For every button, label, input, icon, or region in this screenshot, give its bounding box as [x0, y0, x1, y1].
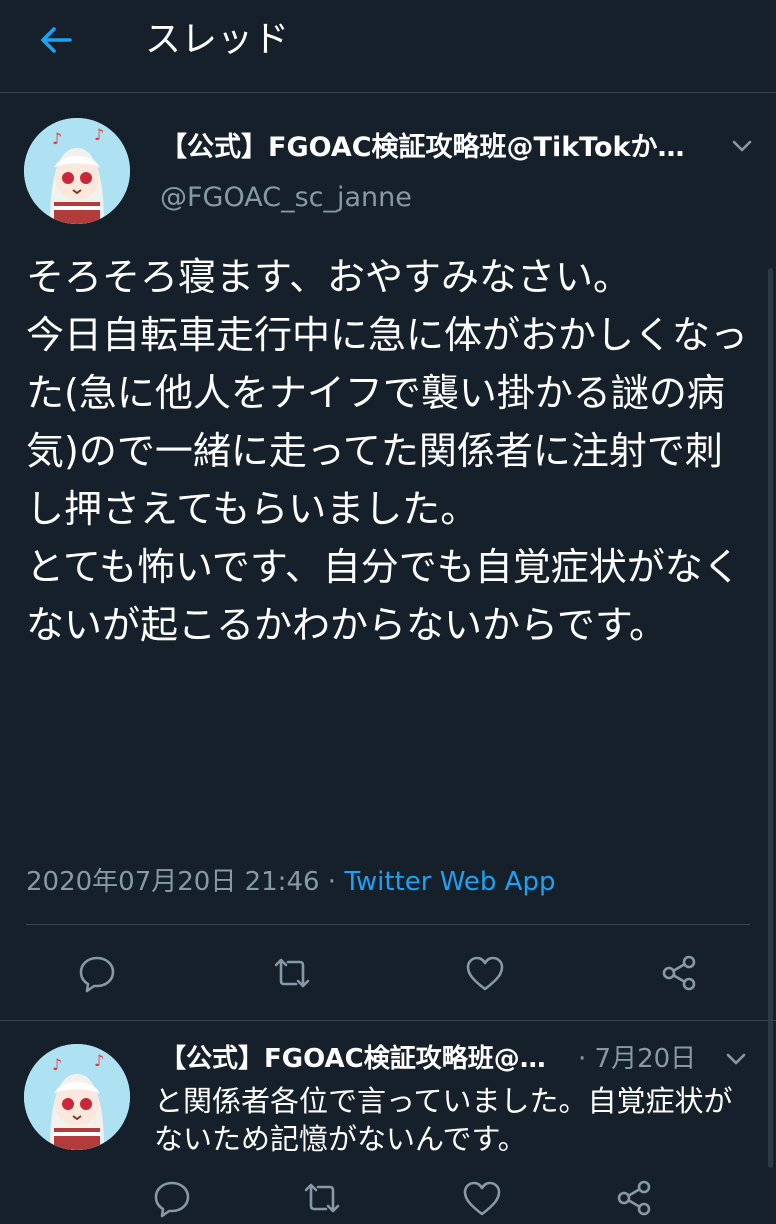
svg-text:♪: ♪	[94, 1051, 104, 1070]
svg-text:♪: ♪	[94, 125, 104, 144]
reply-share-icon[interactable]	[612, 1176, 656, 1220]
like-icon[interactable]	[463, 951, 507, 995]
reply-icon[interactable]	[75, 951, 119, 995]
reply-chevron-down-icon[interactable]	[723, 1046, 749, 1072]
reply-avatar[interactable]: ♪ ♪	[24, 1044, 130, 1150]
back-arrow-icon[interactable]	[34, 18, 78, 62]
avatar[interactable]: ♪ ♪	[24, 118, 130, 224]
author-name[interactable]: 【公式】FGOAC検証攻略班@TikTokか…	[160, 128, 690, 168]
reply-author-name[interactable]: 【公式】FGOAC検証攻略班@…	[160, 1040, 568, 1078]
chevron-down-icon[interactable]	[729, 133, 755, 159]
author-handle[interactable]: @FGOAC_sc_janne	[160, 178, 412, 218]
meta-separator: ·	[319, 867, 345, 897]
svg-text:♪: ♪	[52, 129, 62, 148]
tweet-meta: 2020年07月20日 21:46 · Twitter Web App	[26, 862, 555, 902]
thread-divider	[0, 1020, 776, 1021]
scrollbar[interactable]	[768, 268, 773, 1168]
header-bar: スレッド	[0, 0, 776, 93]
tweet-timestamp[interactable]: 2020年07月20日 21:46	[26, 867, 320, 897]
page-title: スレッド	[145, 19, 290, 60]
reply-like-icon[interactable]	[460, 1176, 504, 1220]
reply-text: と関係者各位で言っていました。自覚症状がないため記憶がないんです。	[154, 1084, 733, 1156]
retweet-icon[interactable]	[270, 951, 314, 995]
tweet-text: そろそろ寝ます、おやすみなさい。 今日自転車走行中に急に体がおかしくなった(急に…	[26, 255, 749, 647]
tweet-source-link[interactable]: Twitter Web App	[344, 867, 555, 897]
reply-date[interactable]: · 7月20日	[578, 1040, 696, 1078]
share-icon[interactable]	[657, 951, 701, 995]
reply-reply-icon[interactable]	[150, 1176, 194, 1220]
svg-text:♪: ♪	[52, 1055, 62, 1074]
divider	[26, 924, 750, 925]
reply-retweet-icon[interactable]	[300, 1176, 344, 1220]
